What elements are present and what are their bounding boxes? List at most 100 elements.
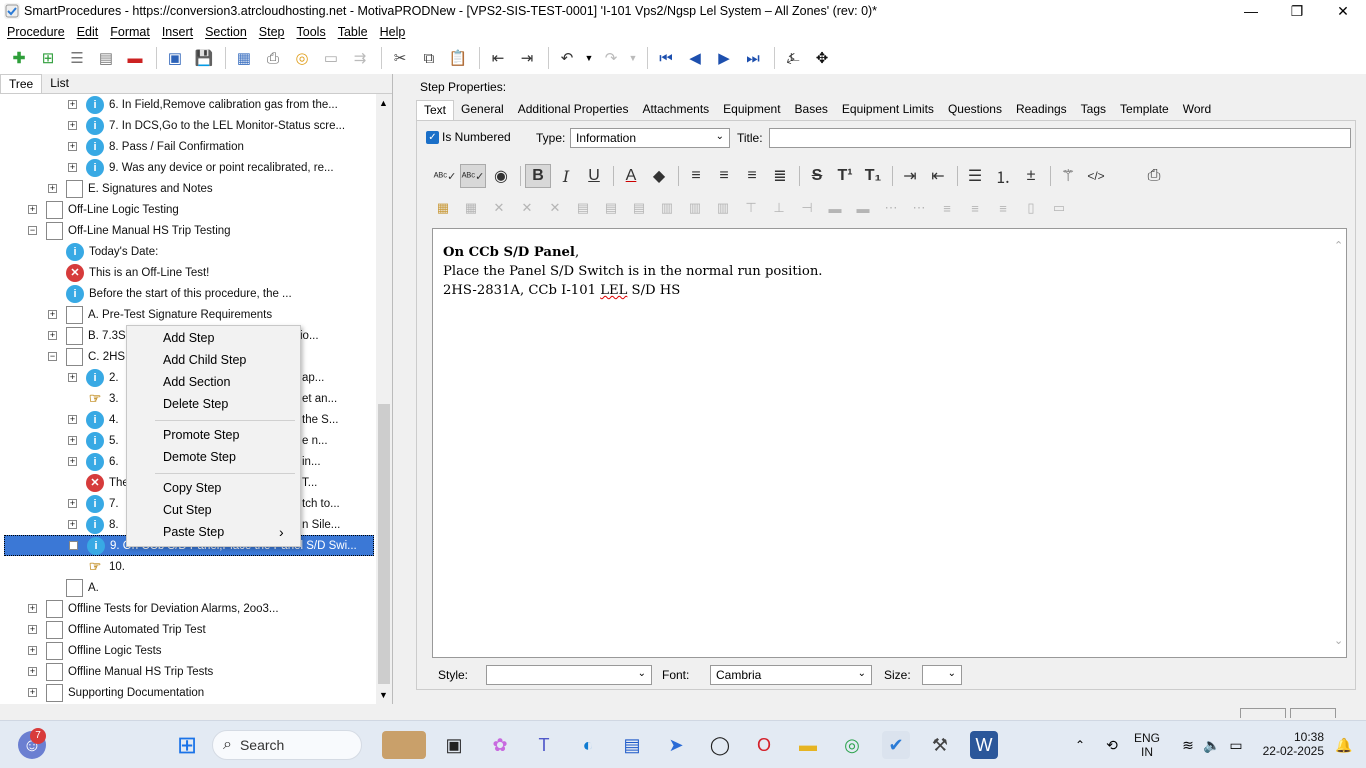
- decrease-indent-icon[interactable]: ⇤: [925, 164, 951, 188]
- delete-col-icon[interactable]: ▥: [712, 198, 734, 218]
- cell-props-icon[interactable]: ▤: [572, 198, 594, 218]
- save-icon[interactable]: 💾: [191, 45, 217, 71]
- list-icon[interactable]: ☰: [64, 45, 90, 71]
- font-select[interactable]: Cambria ⌄: [710, 665, 872, 685]
- redo-disabled-icon[interactable]: ⇉: [347, 45, 373, 71]
- tree-row[interactable]: + E. Signatures and Notes: [0, 178, 375, 199]
- copy-icon[interactable]: ⧉: [416, 45, 442, 71]
- undo-dropdown-icon[interactable]: ▼: [583, 45, 595, 71]
- tree-scrollbar[interactable]: ▲ ▼: [376, 94, 392, 704]
- tab-tags[interactable]: Tags: [1074, 100, 1113, 120]
- scroll-down-icon[interactable]: ⌄: [1334, 634, 1343, 647]
- first-icon[interactable]: ⏮: [653, 45, 679, 71]
- bold-icon[interactable]: B: [525, 164, 551, 188]
- chevron-up-icon[interactable]: ⌃: [1066, 731, 1094, 759]
- tree-row[interactable]: + Off-Line Logic Testing: [0, 199, 375, 220]
- menu-add-child-step[interactable]: Add Child Step: [163, 353, 246, 367]
- open-icon[interactable]: ▣: [162, 45, 188, 71]
- tree-row[interactable]: ✕ This is an Off-Line Test!: [0, 262, 375, 283]
- expand-icon[interactable]: +: [68, 436, 77, 445]
- increase-indent-icon[interactable]: ⇥: [897, 164, 923, 188]
- menu-promote-step[interactable]: Promote Step: [163, 428, 239, 442]
- menu-step[interactable]: Step: [259, 25, 285, 39]
- tree-row[interactable]: + i 7. In DCS,Go to the LEL Monitor-Status…: [0, 115, 375, 136]
- file-explorer-icon[interactable]: ▬: [794, 731, 822, 759]
- menu-tools[interactable]: Tools: [297, 25, 326, 39]
- align-right-icon[interactable]: ≡: [739, 164, 765, 188]
- edge-icon[interactable]: ◐: [574, 731, 602, 759]
- redo-icon[interactable]: ↷: [598, 45, 624, 71]
- expand-icon[interactable]: +: [68, 499, 77, 508]
- previous-icon[interactable]: ◀: [682, 45, 708, 71]
- menu-add-step[interactable]: Add Step: [163, 331, 214, 345]
- expand-icon[interactable]: +: [28, 688, 37, 697]
- italic-icon[interactable]: I: [553, 164, 579, 188]
- expand-icon[interactable]: +: [68, 163, 77, 172]
- scroll-up-icon[interactable]: ⌃: [1334, 239, 1343, 252]
- windows-start-icon[interactable]: ⊞: [173, 731, 201, 759]
- menu-copy-step[interactable]: Copy Step: [163, 481, 221, 495]
- delete-rows-icon[interactable]: ✕: [516, 198, 538, 218]
- merge-cells-icon[interactable]: ▬: [824, 198, 846, 218]
- align-bottom-icon[interactable]: ≡: [992, 198, 1014, 218]
- step-text-editor[interactable]: On CCb S/D Panel, Place the Panel S/D Sw…: [432, 228, 1347, 658]
- notifications-icon[interactable]: 🔔: [1330, 731, 1358, 759]
- magic-wand-icon[interactable]: ⚚: [1055, 164, 1081, 188]
- tree-row[interactable]: + i 8. Pass / Fail Confirmation: [0, 136, 375, 157]
- tab-text[interactable]: Text: [416, 100, 455, 120]
- collapse-icon[interactable]: −: [28, 226, 37, 235]
- tab-tree[interactable]: Tree: [0, 74, 43, 93]
- col-props-icon[interactable]: ▤: [628, 198, 650, 218]
- editor-scrollbar[interactable]: ⌃ ⌄: [1332, 229, 1346, 657]
- undo-icon[interactable]: ↶: [554, 45, 580, 71]
- taskbar-search[interactable]: ⌕ Search: [212, 730, 362, 760]
- spellcheck-auto-icon[interactable]: ᴬᴮᶜ✓: [460, 164, 486, 188]
- row-props-icon[interactable]: ▤: [600, 198, 622, 218]
- tab-bases[interactable]: Bases: [788, 100, 835, 120]
- menu-demote-step[interactable]: Demote Step: [163, 450, 236, 464]
- tab-list[interactable]: List: [42, 74, 77, 93]
- expand-icon[interactable]: +: [28, 205, 37, 214]
- align-left-icon[interactable]: ≡: [683, 164, 709, 188]
- delete-row-icon[interactable]: ⊣: [796, 198, 818, 218]
- menu-table[interactable]: Table: [338, 25, 368, 39]
- tab-word[interactable]: Word: [1176, 100, 1218, 120]
- size-select[interactable]: ⌄: [922, 665, 962, 685]
- tree-row[interactable]: + A. Pre-Test Signature Requirements: [0, 304, 375, 325]
- tree-row[interactable]: + i 6. In Field,Remove calibration gas fro…: [0, 94, 375, 115]
- battery-icon[interactable]: ▭: [1222, 731, 1250, 759]
- app-tool-icon[interactable]: ⚒: [926, 731, 954, 759]
- bullet-list-icon[interactable]: ☰: [962, 164, 988, 188]
- tree-row[interactable]: i Before the start of this procedure, the…: [0, 283, 375, 304]
- menu-paste-step[interactable]: Paste Step: [163, 525, 224, 539]
- align-top-icon[interactable]: ≡: [936, 198, 958, 218]
- insert-row-above-icon[interactable]: ⊤: [740, 198, 762, 218]
- expand-icon[interactable]: +: [48, 310, 57, 319]
- clock[interactable]: 10:38 22-02-2025: [1260, 730, 1324, 758]
- print-icon[interactable]: ⎙: [260, 45, 286, 71]
- restore-button[interactable]: ❐: [1274, 0, 1320, 22]
- network-status-icon[interactable]: ⟲: [1098, 731, 1126, 759]
- tab-readings[interactable]: Readings: [1009, 100, 1074, 120]
- table-props-icon[interactable]: ▦: [460, 198, 482, 218]
- smartprocedures-taskbar-icon[interactable]: ✔: [882, 731, 910, 759]
- expand-icon[interactable]: +: [68, 520, 77, 529]
- expand-icon[interactable]: +: [48, 184, 57, 193]
- split-vertical-icon[interactable]: ⋯: [908, 198, 930, 218]
- printer-icon[interactable]: ⎙: [1141, 164, 1167, 188]
- subscript-icon[interactable]: T₁: [860, 164, 886, 188]
- menu-help[interactable]: Help: [380, 25, 406, 39]
- numbered-list-icon[interactable]: ⒈: [990, 164, 1016, 188]
- paste-icon[interactable]: 📋: [445, 45, 471, 71]
- copilot-icon[interactable]: ✿: [486, 731, 514, 759]
- remove-icon[interactable]: ▬: [122, 45, 148, 71]
- teams-icon[interactable]: T: [530, 731, 558, 759]
- link-icon[interactable]: ◎: [289, 45, 315, 71]
- tree-row[interactable]: + Offline Logic Tests: [0, 640, 375, 661]
- menu-insert[interactable]: Insert: [162, 25, 193, 39]
- title-input[interactable]: [769, 128, 1351, 148]
- type-select[interactable]: Information ⌄: [570, 128, 730, 148]
- horizontal-rule-icon[interactable]: ±: [1018, 164, 1044, 188]
- menu-add-section[interactable]: Add Section: [163, 375, 230, 389]
- spellcheck-icon[interactable]: ⍼: [780, 45, 806, 71]
